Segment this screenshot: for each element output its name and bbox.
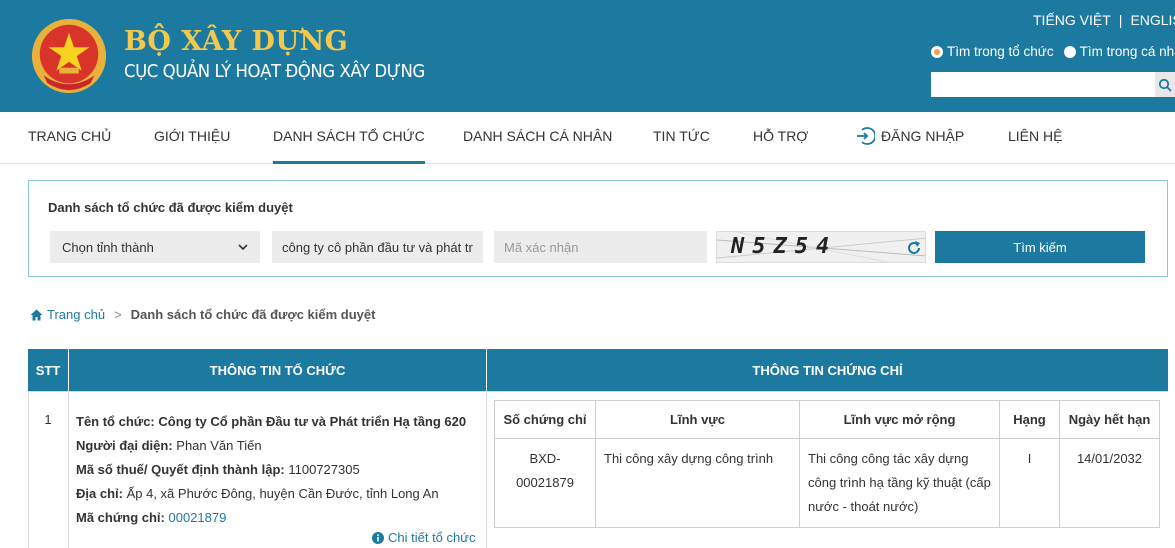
cert-col-expiry: Ngày hết hạn 14/01/2032: [1060, 401, 1159, 527]
cert-header-expiry: Ngày hết hạn: [1060, 401, 1159, 439]
filter-panel: Danh sách tổ chức đã được kiểm duyệt Chọ…: [28, 180, 1168, 277]
org-detail-label: Chi tiết tổ chức: [388, 530, 476, 545]
org-cert-line: Mã chứng chỉ: 00021879: [76, 506, 466, 530]
cert-table: Số chứng chỉ BXD-00021879 Lĩnh vực Thi c…: [494, 400, 1160, 528]
nav-persons[interactable]: DANH SÁCH CÁ NHÂN: [463, 128, 612, 144]
site-subtitle: CỤC QUẢN LÝ HOẠT ĐỘNG XÂY DỰNG: [124, 61, 425, 82]
chevron-down-icon: [238, 244, 248, 250]
cert-grade: I: [1027, 451, 1032, 466]
lang-english-link[interactable]: ENGLISH: [1130, 12, 1175, 28]
org-cert-code-link[interactable]: 00021879: [169, 510, 227, 525]
lang-separator: |: [1118, 12, 1123, 28]
nav-contact[interactable]: LIÊN HỆ: [1008, 128, 1062, 144]
refresh-icon[interactable]: [906, 240, 922, 256]
header-search-input[interactable]: [931, 72, 1155, 97]
org-rep-value: Phan Văn Tiến: [176, 438, 262, 453]
site-header: BỘ XÂY DỰNG CỤC QUẢN LÝ HOẠT ĐỘNG XÂY DỰ…: [0, 0, 1175, 112]
cert-header-field-ext: Lĩnh vực mở rộng: [800, 401, 999, 439]
nav-login[interactable]: ĐĂNG NHẬP: [855, 126, 965, 146]
scope-org-label: Tìm trong tổ chức: [947, 44, 1054, 59]
cert-col-field: Lĩnh vực Thi công xây dựng công trình: [596, 401, 800, 527]
nav-support[interactable]: HỖ TRỢ: [753, 128, 808, 144]
cert-number: BXD-00021879: [516, 451, 574, 490]
national-emblem-icon[interactable]: [30, 16, 108, 96]
nav-home[interactable]: TRANG CHỦ: [28, 128, 111, 144]
cert-field: Thi công xây dựng công trình: [604, 451, 774, 466]
breadcrumb: Trang chủ > Danh sách tổ chức đã được ki…: [30, 307, 375, 322]
captcha-text: N5Z54: [731, 234, 838, 259]
breadcrumb-home-link[interactable]: Trang chủ: [30, 307, 105, 322]
cert-header-field: Lĩnh vực: [596, 401, 799, 439]
province-select[interactable]: Chọn tỉnh thành: [50, 231, 260, 263]
cert-header-number: Số chứng chỉ: [495, 401, 595, 439]
captcha-input[interactable]: Mã xác nhận: [494, 231, 707, 263]
captcha-image: N5Z54: [716, 231, 926, 263]
cert-header-grade: Hạng: [1000, 401, 1059, 439]
nav-orgs[interactable]: DANH SÁCH TỔ CHỨC: [273, 128, 425, 164]
cert-field-ext: Thi công công tác xây dựng công trình hạ…: [808, 451, 991, 514]
search-button[interactable]: Tìm kiếm: [935, 231, 1145, 263]
org-name-line: Tên tổ chức: Công ty Cổ phần Đầu tư và P…: [76, 410, 466, 434]
info-icon: [372, 531, 384, 544]
row-stt: 1: [44, 412, 52, 427]
nav-news[interactable]: TIN TỨC: [653, 128, 710, 144]
cert-expiry: 14/01/2032: [1076, 451, 1143, 466]
org-detail-link[interactable]: Chi tiết tổ chức: [372, 530, 475, 545]
nav-login-label: ĐĂNG NHẬP: [881, 128, 965, 144]
cert-col-number: Số chứng chỉ BXD-00021879: [495, 401, 596, 527]
org-tax-label: Mã số thuế/ Quyết định thành lập:: [76, 462, 285, 477]
org-name-label: Tên tổ chức:: [76, 414, 155, 429]
language-switcher: TIẾNG VIỆT | ENGLISH: [1033, 12, 1175, 28]
org-addr-line: Địa chỉ: Ấp 4, xã Phước Đông, huyện Cần …: [76, 482, 466, 506]
org-rep-label: Người đại diện:: [76, 438, 173, 453]
breadcrumb-home-label: Trang chủ: [47, 307, 106, 322]
keyword-input[interactable]: công ty cô phần đầu tư và phát tr: [272, 231, 483, 263]
org-cert-label: Mã chứng chỉ:: [76, 510, 165, 525]
org-tax-value: 1100727305: [288, 462, 360, 477]
header-search-button[interactable]: [1155, 72, 1175, 97]
col-header-org: THÔNG TIN TỔ CHỨC: [69, 349, 486, 391]
radio-checked-icon: [931, 45, 943, 58]
org-info: Tên tổ chức: Công ty Cổ phần Đầu tư và P…: [76, 410, 466, 530]
site-title[interactable]: BỘ XÂY DỰNG: [124, 26, 348, 57]
lang-vietnamese-link[interactable]: TIẾNG VIỆT: [1033, 12, 1111, 28]
col-header-cert: THÔNG TIN CHỨNG CHỈ: [487, 349, 1168, 391]
breadcrumb-separator: >: [114, 307, 122, 322]
scope-person-label: Tìm trong cá nhân: [1079, 44, 1175, 59]
row-top-border: [28, 391, 1168, 392]
filter-panel-title: Danh sách tổ chức đã được kiểm duyệt: [48, 200, 293, 215]
main-nav: TRANG CHỦ GIỚI THIỆU DANH SÁCH TỔ CHỨC D…: [0, 112, 1175, 164]
province-select-value: Chọn tỉnh thành: [62, 239, 154, 255]
login-icon: [857, 126, 875, 145]
home-icon: [30, 309, 43, 320]
scope-person-radio[interactable]: Tìm trong cá nhân: [1063, 44, 1175, 59]
radio-unchecked-icon: [1063, 45, 1076, 58]
org-name-value: Công ty Cổ phần Đầu tư và Phát triển Hạ …: [158, 414, 467, 429]
org-addr-label: Địa chỉ:: [76, 486, 123, 501]
nav-about[interactable]: GIỚI THIỆU: [154, 128, 230, 144]
cert-col-grade: Hạng I: [1000, 401, 1060, 527]
org-tax-line: Mã số thuế/ Quyết định thành lập: 110072…: [76, 458, 466, 482]
search-icon: [1158, 78, 1172, 92]
breadcrumb-current: Danh sách tổ chức đã được kiểm duyệt: [130, 307, 376, 322]
col-header-stt: STT: [28, 349, 68, 391]
cert-col-field-ext: Lĩnh vực mở rộng Thi công công tác xây d…: [800, 401, 1000, 527]
row-divider-stt: [68, 391, 69, 548]
row-divider-org: [486, 391, 487, 548]
search-scope-group: Tìm trong tổ chức Tìm trong cá nhân: [931, 44, 1175, 59]
org-rep-line: Người đại diện: Phan Văn Tiến: [76, 434, 466, 458]
scope-org-radio[interactable]: Tìm trong tổ chức: [931, 44, 1054, 59]
org-addr-value: Ấp 4, xã Phước Đông, huyện Cần Đước, tỉn…: [126, 486, 439, 501]
